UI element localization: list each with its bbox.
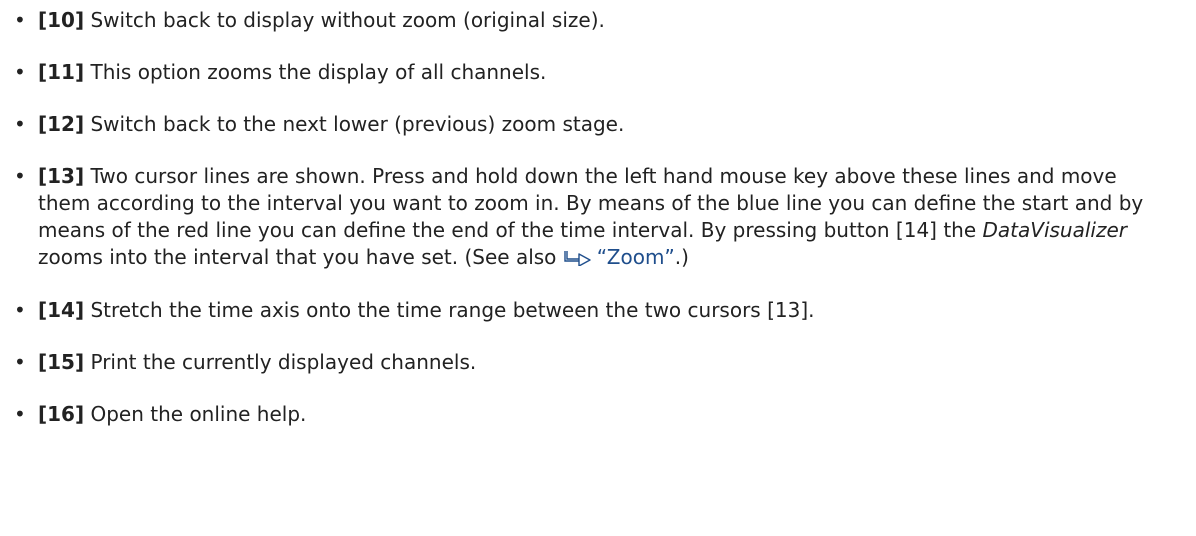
item-text: Two cursor lines are shown. Press and ho…: [38, 164, 1144, 242]
cross-reference-arrow-icon: [563, 246, 593, 273]
list-item: • [15] Print the currently displayed cha…: [0, 349, 1196, 376]
list-item: • [16] Open the online help.: [0, 401, 1196, 428]
item-number: [12]: [38, 112, 85, 136]
link-label: “Zoom”: [596, 245, 675, 269]
product-name: DataVisualizer: [982, 218, 1127, 242]
item-text: Switch back to display without zoom (ori…: [90, 8, 605, 32]
list-item: • [10] Switch back to display without zo…: [0, 7, 1196, 34]
bullet: •: [14, 350, 26, 374]
item-text: This option zooms the display of all cha…: [90, 60, 547, 84]
button-description-list: • [10] Switch back to display without zo…: [0, 7, 1196, 428]
bullet: •: [14, 112, 26, 136]
item-text: Switch back to the next lower (previous)…: [90, 112, 625, 136]
bullet: •: [14, 402, 26, 426]
item-text: Print the currently displayed channels.: [90, 350, 477, 374]
document-page: • [10] Switch back to display without zo…: [0, 0, 1196, 536]
item-number: [15]: [38, 350, 85, 374]
item-text-continued: zooms into the interval that you have se…: [38, 245, 563, 269]
list-item: • [13] Two cursor lines are shown. Press…: [0, 163, 1196, 273]
item-number: [11]: [38, 60, 85, 84]
item-text: Open the online help.: [90, 402, 307, 426]
item-number: [14]: [38, 298, 85, 322]
item-number: [13]: [38, 164, 85, 188]
list-item: • [11] This option zooms the display of …: [0, 59, 1196, 86]
item-number: [10]: [38, 8, 85, 32]
bullet: •: [14, 164, 26, 188]
bullet: •: [14, 298, 26, 322]
bullet: •: [14, 8, 26, 32]
list-item: • [12] Switch back to the next lower (pr…: [0, 111, 1196, 138]
zoom-cross-reference-link[interactable]: “Zoom”: [563, 245, 675, 269]
list-item: • [14] Stretch the time axis onto the ti…: [0, 297, 1196, 324]
item-text-end: .): [674, 245, 689, 269]
bullet: •: [14, 60, 26, 84]
item-number: [16]: [38, 402, 85, 426]
item-text: Stretch the time axis onto the time rang…: [90, 298, 815, 322]
